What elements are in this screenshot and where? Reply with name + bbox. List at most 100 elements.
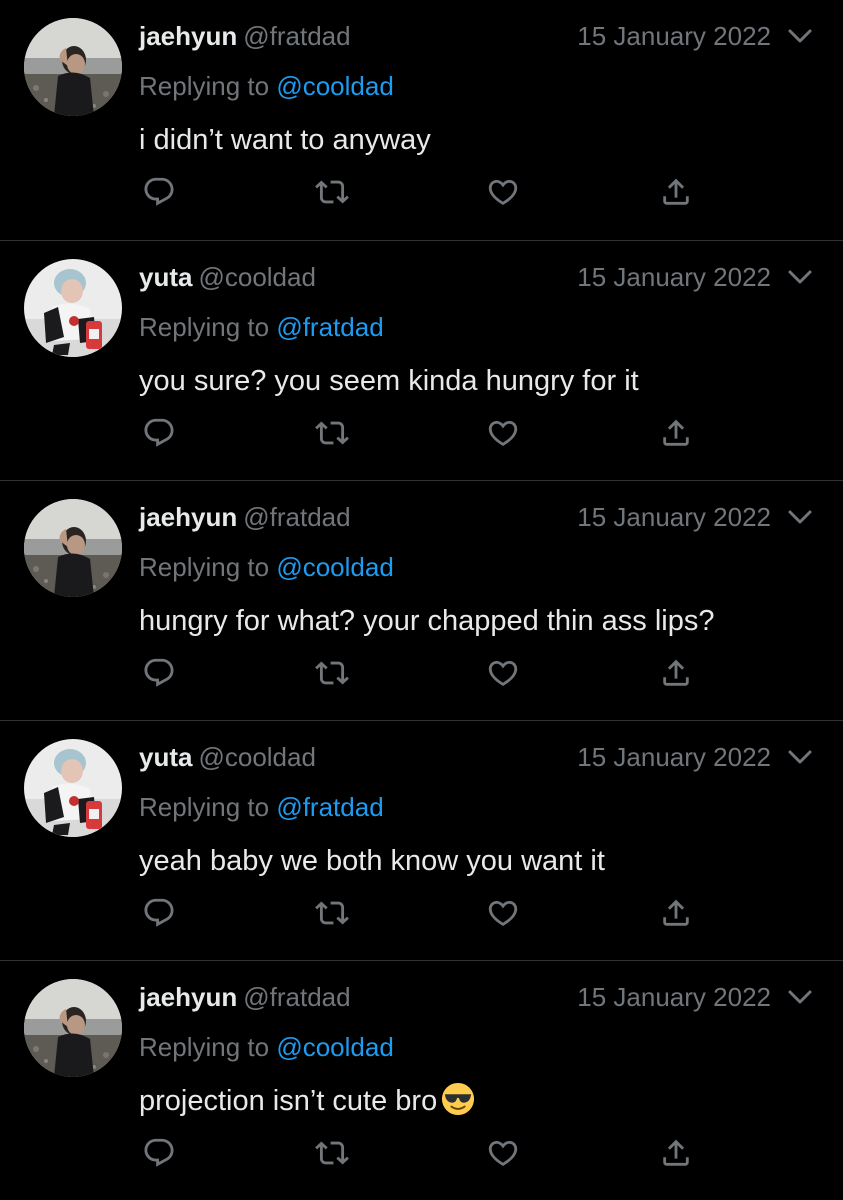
- avatar-jaehyun-image: [24, 979, 122, 1077]
- replying-to-mention[interactable]: @cooldad: [276, 1032, 393, 1062]
- display-name[interactable]: jaehyun: [139, 982, 237, 1012]
- display-name[interactable]: jaehyun: [139, 21, 237, 51]
- replying-to: Replying to @cooldad: [139, 549, 394, 585]
- tweet-text: yeah baby we both know you want it: [139, 845, 605, 877]
- reply-icon: [142, 416, 176, 450]
- chevron-down-icon[interactable]: [787, 267, 813, 287]
- retweet-icon: [315, 175, 349, 209]
- user-handle[interactable]: @cooldad: [198, 262, 315, 292]
- display-name[interactable]: yuta: [139, 262, 192, 292]
- chevron-down-icon[interactable]: [787, 507, 813, 527]
- retweet-button[interactable]: [310, 651, 354, 695]
- share-icon: [659, 896, 693, 930]
- retweet-button[interactable]: [310, 170, 354, 214]
- replying-to-mention[interactable]: @cooldad: [276, 552, 393, 582]
- reply-icon: [142, 1136, 176, 1170]
- share-icon: [659, 656, 693, 690]
- tweet-text: projection isn’t cute bro: [139, 1085, 438, 1117]
- replying-to-mention[interactable]: @fratdad: [276, 792, 383, 822]
- tweet-date: 15 January 2022: [577, 502, 771, 532]
- tweet-date: 15 January 2022: [577, 21, 771, 51]
- sunglasses-emoji-icon: [441, 1082, 475, 1116]
- chevron-down-icon[interactable]: [787, 987, 813, 1007]
- like-button[interactable]: [481, 411, 525, 455]
- like-button[interactable]: [481, 1131, 525, 1175]
- share-icon: [659, 175, 693, 209]
- reply-icon: [142, 656, 176, 690]
- reply-button[interactable]: [137, 891, 181, 935]
- user-handle[interactable]: @cooldad: [198, 742, 315, 772]
- replying-to-mention[interactable]: @fratdad: [276, 312, 383, 342]
- heart-icon: [486, 656, 520, 690]
- avatar-jaehyun-image: [24, 499, 122, 597]
- display-name[interactable]: jaehyun: [139, 502, 237, 532]
- heart-icon: [486, 1136, 520, 1170]
- replying-to-mention[interactable]: @cooldad: [276, 71, 393, 101]
- tweet-actions: [0, 1131, 843, 1187]
- tweet-date: 15 January 2022: [577, 742, 771, 772]
- avatar-yuta-image: [24, 259, 122, 357]
- replying-to-label: Replying to: [139, 312, 270, 342]
- tweet[interactable]: yuta @cooldad 15 January 2022 Replying to…: [0, 240, 843, 480]
- user-handle[interactable]: @fratdad: [243, 982, 350, 1012]
- tweet[interactable]: yuta @cooldad 15 January 2022 Replying to…: [0, 720, 843, 960]
- tweet-header: yuta @cooldad 15 January 2022: [139, 739, 813, 775]
- avatar[interactable]: [24, 979, 122, 1077]
- share-button[interactable]: [654, 891, 698, 935]
- user-handle[interactable]: @fratdad: [243, 21, 350, 51]
- reply-thread: jaehyun @fratdad 15 January 2022 Replying…: [0, 0, 843, 1200]
- replying-to-label: Replying to: [139, 1032, 270, 1062]
- avatar[interactable]: [24, 499, 122, 597]
- tweet-header: jaehyun @fratdad 15 January 2022: [139, 499, 813, 535]
- tweet-actions: [0, 411, 843, 467]
- display-name[interactable]: yuta: [139, 742, 192, 772]
- tweet-date: 15 January 2022: [577, 982, 771, 1012]
- share-button[interactable]: [654, 170, 698, 214]
- avatar[interactable]: [24, 739, 122, 837]
- share-icon: [659, 416, 693, 450]
- replying-to: Replying to @fratdad: [139, 789, 384, 825]
- reply-button[interactable]: [137, 170, 181, 214]
- tweet-actions: [0, 170, 843, 226]
- replying-to-label: Replying to: [139, 552, 270, 582]
- avatar-jaehyun-image: [24, 18, 122, 116]
- like-button[interactable]: [481, 651, 525, 695]
- share-button[interactable]: [654, 1131, 698, 1175]
- replying-to: Replying to @cooldad: [139, 68, 394, 104]
- chevron-down-icon[interactable]: [787, 747, 813, 767]
- tweet-text: hungry for what? your chapped thin ass l…: [139, 605, 715, 637]
- avatar[interactable]: [24, 18, 122, 116]
- tweet-text: you sure? you seem kinda hungry for it: [139, 365, 639, 397]
- tweet[interactable]: jaehyun @fratdad 15 January 2022 Replying…: [0, 0, 843, 240]
- reply-icon: [142, 896, 176, 930]
- tweet[interactable]: jaehyun @fratdad 15 January 2022 Replying…: [0, 480, 843, 720]
- reply-icon: [142, 175, 176, 209]
- share-icon: [659, 1136, 693, 1170]
- share-button[interactable]: [654, 651, 698, 695]
- chevron-down-icon[interactable]: [787, 26, 813, 46]
- avatar[interactable]: [24, 259, 122, 357]
- tweet-header: yuta @cooldad 15 January 2022: [139, 259, 813, 295]
- replying-to: Replying to @cooldad: [139, 1029, 394, 1065]
- reply-button[interactable]: [137, 411, 181, 455]
- like-button[interactable]: [481, 891, 525, 935]
- retweet-button[interactable]: [310, 891, 354, 935]
- retweet-icon: [315, 1136, 349, 1170]
- retweet-button[interactable]: [310, 1131, 354, 1175]
- retweet-icon: [315, 896, 349, 930]
- heart-icon: [486, 416, 520, 450]
- tweet-date: 15 January 2022: [577, 262, 771, 292]
- retweet-button[interactable]: [310, 411, 354, 455]
- heart-icon: [486, 175, 520, 209]
- reply-button[interactable]: [137, 1131, 181, 1175]
- replying-to-label: Replying to: [139, 792, 270, 822]
- like-button[interactable]: [481, 170, 525, 214]
- heart-icon: [486, 896, 520, 930]
- replying-to-label: Replying to: [139, 71, 270, 101]
- user-handle[interactable]: @fratdad: [243, 502, 350, 532]
- tweet[interactable]: jaehyun @fratdad 15 January 2022 Replying…: [0, 960, 843, 1200]
- reply-button[interactable]: [137, 651, 181, 695]
- share-button[interactable]: [654, 411, 698, 455]
- tweet-text-container: projection isn’t cute bro: [139, 1081, 475, 1121]
- tweet-text: i didn’t want to anyway: [139, 124, 431, 156]
